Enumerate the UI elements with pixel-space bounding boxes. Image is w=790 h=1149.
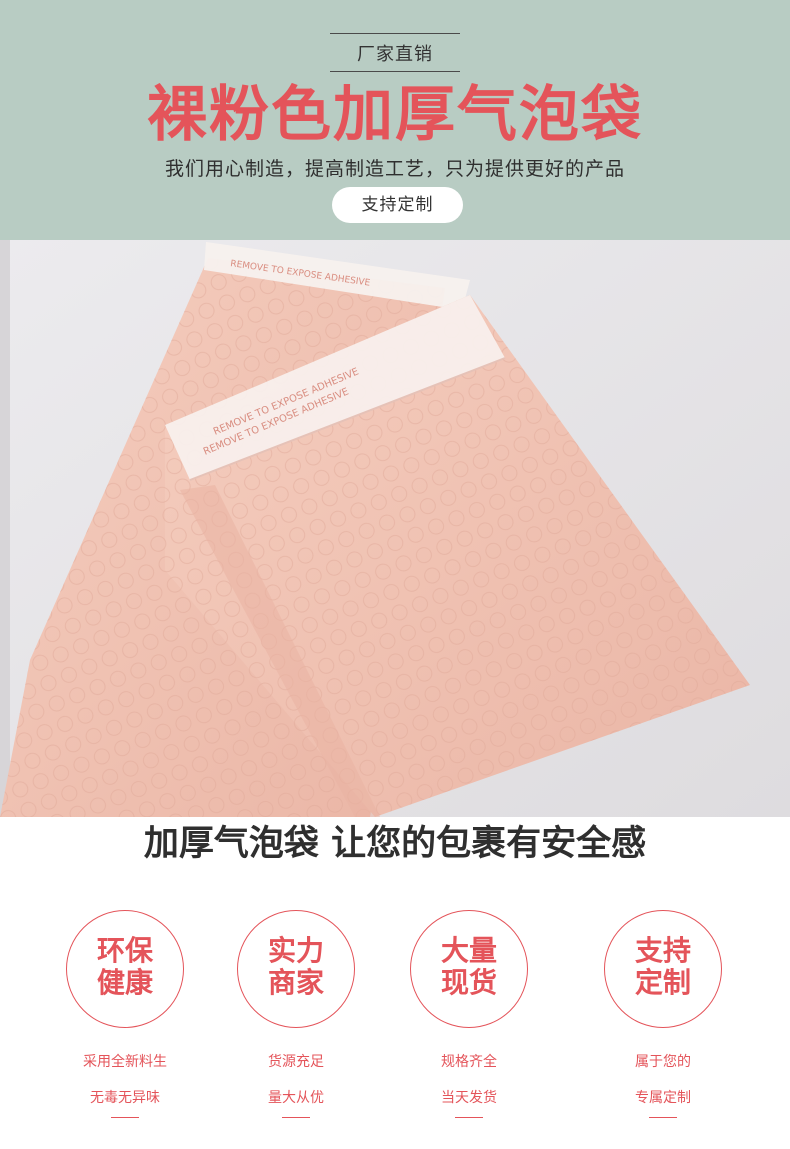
- feature-desc-2: 当天发货: [441, 1090, 497, 1106]
- feature-divider: [455, 1117, 483, 1118]
- slogan: 加厚气泡袋 让您的包裹有安全感: [143, 824, 647, 864]
- feature-circle: 实力 商家: [237, 910, 355, 1028]
- feature-title-line1: 支持: [634, 934, 691, 967]
- feature-desc-1: 采用全新料生: [83, 1054, 167, 1070]
- feature-title-line1: 实力: [267, 934, 324, 967]
- feature-circle: 大量 现货: [410, 910, 528, 1028]
- feature-desc-1: 货源充足: [268, 1054, 324, 1070]
- feature-title-line2: 商家: [267, 966, 324, 999]
- product-photo: REMOVE TO EXPOSE ADHESIVE REMOVE TO EXPO…: [0, 240, 790, 817]
- feature-desc-1: 属于您的: [635, 1054, 691, 1070]
- feature-divider: [111, 1117, 139, 1118]
- feature-title-line2: 定制: [634, 966, 691, 999]
- tagline: 厂家直销: [357, 44, 433, 65]
- page-title: 裸粉色加厚气泡袋: [147, 80, 643, 150]
- feature-circle: 支持 定制: [604, 910, 722, 1028]
- feature-title-line1: 环保: [96, 934, 153, 967]
- feature-desc-2: 量大从优: [268, 1090, 324, 1106]
- feature-title: 大量 现货: [411, 935, 527, 999]
- bubble-mailer-photo: REMOVE TO EXPOSE ADHESIVE REMOVE TO EXPO…: [0, 240, 790, 817]
- feature-stock: 大量 现货 规格齐全 当天发货: [409, 910, 529, 1118]
- feature-title: 支持 定制: [605, 935, 721, 999]
- tagline-top-rule: [330, 33, 460, 34]
- feature-divider: [282, 1117, 310, 1118]
- custom-order-button[interactable]: 支持定制: [332, 187, 463, 223]
- feature-title: 环保 健康: [67, 935, 183, 999]
- feature-title-line2: 健康: [96, 966, 153, 999]
- subtitle: 我们用心制造，提高制造工艺，只为提供更好的产品: [164, 158, 625, 180]
- feature-title-line2: 现货: [440, 966, 497, 999]
- feature-desc-2: 专属定制: [635, 1090, 691, 1106]
- feature-merchant: 实力 商家 货源充足 量大从优: [236, 910, 356, 1118]
- feature-divider: [649, 1117, 677, 1118]
- feature-eco: 环保 健康 采用全新料生 无毒无异味: [65, 910, 185, 1118]
- feature-title: 实力 商家: [238, 935, 354, 999]
- tagline-bottom-rule: [330, 71, 460, 72]
- feature-circle: 环保 健康: [66, 910, 184, 1028]
- feature-custom: 支持 定制 属于您的 专属定制: [603, 910, 723, 1118]
- feature-desc-1: 规格齐全: [441, 1054, 497, 1070]
- feature-desc-2: 无毒无异味: [90, 1090, 160, 1106]
- header-banner: 厂家直销 裸粉色加厚气泡袋 我们用心制造，提高制造工艺，只为提供更好的产品 支持…: [0, 0, 790, 240]
- feature-title-line1: 大量: [440, 934, 497, 967]
